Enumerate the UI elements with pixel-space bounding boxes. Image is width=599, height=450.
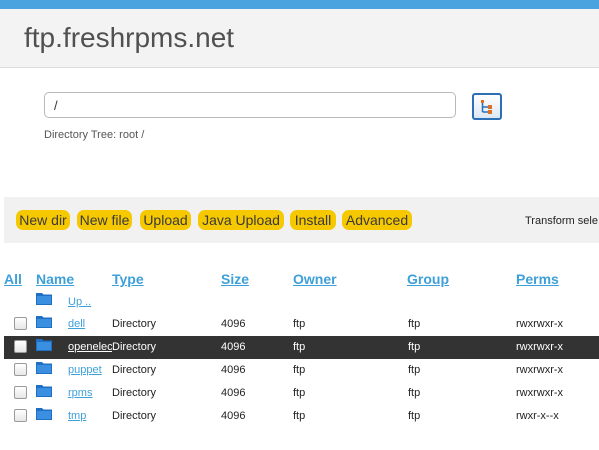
- path-input[interactable]: [44, 92, 456, 118]
- table-row[interactable]: openelec Directory 4096 ftp ftp rwxrwxr-x: [4, 336, 599, 359]
- col-owner[interactable]: Owner: [293, 271, 337, 287]
- row-type: Directory: [112, 341, 157, 353]
- row-checkbox[interactable]: [14, 386, 27, 399]
- parent-dir-row: Up ..: [4, 290, 599, 313]
- directory-tree-icon: [481, 100, 492, 114]
- row-name-link[interactable]: rpms: [68, 387, 112, 399]
- row-perms: rwxrwxr-x: [516, 341, 564, 353]
- folder-icon: [36, 408, 52, 420]
- row-group: ftp: [408, 410, 421, 422]
- advanced-button[interactable]: Advanced: [342, 210, 412, 230]
- folder-icon: [36, 293, 52, 305]
- row-owner: ftp: [293, 318, 306, 330]
- row-checkbox[interactable]: [14, 363, 27, 376]
- row-perms: rwxrwxr-x: [516, 364, 564, 376]
- top-accent-bar: [0, 0, 599, 9]
- row-size: 4096: [221, 341, 246, 353]
- col-type[interactable]: Type: [112, 271, 144, 287]
- row-owner: ftp: [293, 387, 306, 399]
- site-title: ftp.freshrpms.net: [24, 22, 235, 53]
- row-group: ftp: [408, 341, 421, 353]
- col-all[interactable]: All: [4, 271, 22, 287]
- row-size: 4096: [221, 410, 246, 422]
- col-size[interactable]: Size: [221, 271, 249, 287]
- row-owner: ftp: [293, 410, 306, 422]
- folder-icon: [36, 362, 52, 374]
- row-checkbox[interactable]: [14, 340, 27, 353]
- row-checkbox[interactable]: [14, 317, 27, 330]
- row-name-link[interactable]: dell: [68, 318, 112, 330]
- row-name-link[interactable]: tmp: [68, 410, 112, 422]
- site-header: ftp.freshrpms.net: [0, 9, 599, 68]
- transform-selection-label: Transform sele: [525, 215, 598, 227]
- row-type: Directory: [112, 364, 157, 376]
- table-row[interactable]: tmp Directory 4096 ftp ftp rwxr-x--x: [4, 405, 599, 428]
- install-button[interactable]: Install: [290, 210, 336, 230]
- row-type: Directory: [112, 318, 157, 330]
- col-group[interactable]: Group: [407, 271, 449, 287]
- row-group: ftp: [408, 387, 421, 399]
- col-name[interactable]: Name: [36, 271, 74, 287]
- row-group: ftp: [408, 318, 421, 330]
- row-owner: ftp: [293, 364, 306, 376]
- row-size: 4096: [221, 387, 246, 399]
- table-row[interactable]: rpms Directory 4096 ftp ftp rwxrwxr-x: [4, 382, 599, 405]
- col-perms[interactable]: Perms: [516, 271, 559, 287]
- folder-icon: [36, 339, 52, 351]
- row-perms: rwxrwxr-x: [516, 318, 564, 330]
- row-size: 4096: [221, 318, 246, 330]
- new-file-button[interactable]: New file: [77, 210, 132, 230]
- row-perms: rwxr-x--x: [516, 410, 559, 422]
- row-group: ftp: [408, 364, 421, 376]
- row-checkbox[interactable]: [14, 409, 27, 422]
- directory-tree-button[interactable]: [472, 93, 502, 120]
- table-row[interactable]: puppet Directory 4096 ftp ftp rwxrwxr-x: [4, 359, 599, 382]
- row-name-link[interactable]: puppet: [68, 364, 112, 376]
- action-toolbar: New dir New file Upload Java Upload Inst…: [4, 197, 599, 243]
- upload-button[interactable]: Upload: [140, 210, 191, 230]
- row-type: Directory: [112, 387, 157, 399]
- row-perms: rwxrwxr-x: [516, 387, 564, 399]
- java-upload-button[interactable]: Java Upload: [198, 210, 284, 230]
- row-name-link[interactable]: openelec: [68, 341, 112, 353]
- new-dir-button[interactable]: New dir: [16, 210, 70, 230]
- row-owner: ftp: [293, 341, 306, 353]
- directory-tree-label: Directory Tree: root /: [44, 129, 145, 141]
- folder-icon: [36, 316, 52, 328]
- row-size: 4096: [221, 364, 246, 376]
- table-row[interactable]: dell Directory 4096 ftp ftp rwxrwxr-x: [4, 313, 599, 336]
- parent-dir-link[interactable]: Up ..: [68, 296, 108, 308]
- row-type: Directory: [112, 410, 157, 422]
- folder-icon: [36, 385, 52, 397]
